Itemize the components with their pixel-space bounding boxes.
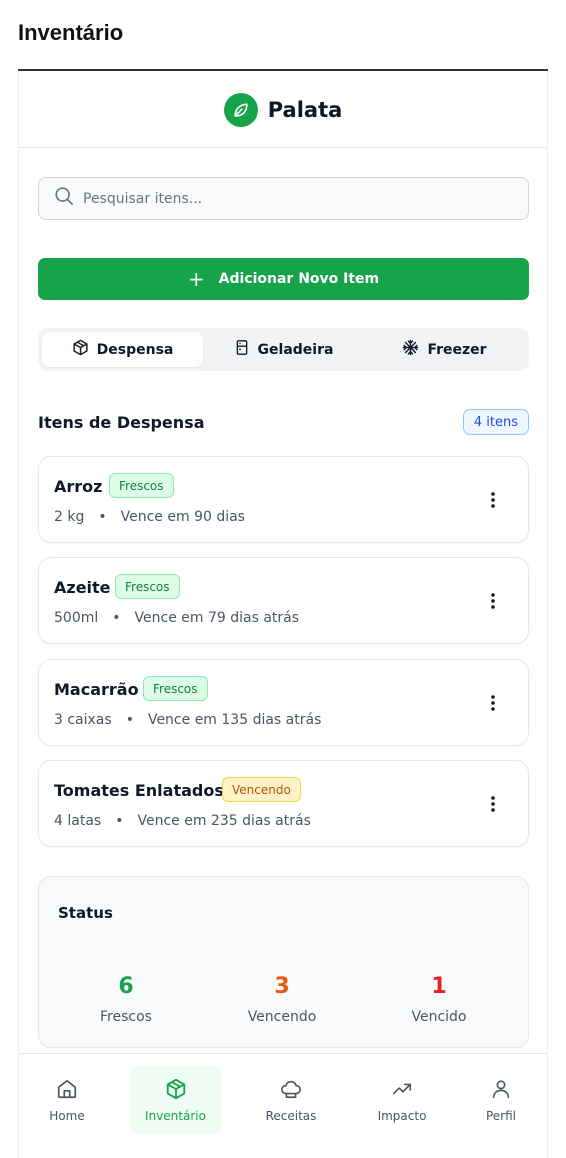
- stat-label: Frescos: [100, 1009, 152, 1025]
- tab-label: Geladeira: [257, 341, 334, 358]
- status-badge: Frescos: [143, 676, 208, 701]
- stat-expired: 1 Vencido: [369, 973, 509, 1025]
- snowflake-icon: [402, 339, 419, 360]
- item-quantity: 2 kg: [54, 509, 85, 525]
- storage-tabs: Despensa Geladeira Freezer: [38, 328, 529, 371]
- tab-geladeira[interactable]: Geladeira: [203, 332, 364, 367]
- stat-value: 6: [118, 974, 134, 999]
- more-vertical-icon[interactable]: [484, 590, 502, 612]
- status-title: Status: [58, 904, 113, 922]
- home-icon: [56, 1078, 78, 1103]
- tab-label: Despensa: [96, 341, 174, 358]
- item-card-azeite[interactable]: Azeite Frescos 500ml • Vence em 79 dias …: [38, 557, 529, 644]
- nav-label: Perfil: [485, 1108, 517, 1123]
- item-count-badge: 4 itens: [462, 409, 529, 435]
- stat-value: 1: [431, 974, 447, 999]
- item-expiry: Vence em 79 dias atrás: [134, 610, 300, 626]
- item-name: Arroz: [54, 477, 103, 496]
- meta-separator: •: [115, 813, 124, 829]
- item-meta: 500ml • Vence em 79 dias atrás: [54, 610, 299, 626]
- page-title: Inventário: [18, 20, 124, 45]
- status-badge: Frescos: [109, 473, 174, 498]
- leaf-icon: [223, 92, 258, 127]
- stat-label: Vencendo: [247, 1009, 317, 1025]
- plus-icon: +: [187, 267, 205, 291]
- item-meta: 2 kg • Vence em 90 dias: [54, 509, 245, 525]
- search-bar[interactable]: [38, 177, 529, 220]
- nav-label: Impacto: [377, 1108, 427, 1123]
- nav-label: Inventário: [145, 1108, 206, 1123]
- meta-separator: •: [112, 610, 121, 626]
- tab-despensa[interactable]: Despensa: [42, 332, 203, 367]
- stat-value: 3: [274, 974, 290, 999]
- search-input[interactable]: [83, 190, 503, 207]
- tab-label: Freezer: [427, 341, 487, 358]
- stat-fresh: 6 Frescos: [56, 973, 196, 1025]
- item-quantity: 4 latas: [54, 813, 102, 829]
- status-card: Status 6 Frescos 3 Vencendo 1 Vencido: [38, 876, 529, 1048]
- item-expiry: Vence em 235 dias atrás: [137, 813, 311, 829]
- item-name: Tomates Enlatados: [54, 781, 224, 800]
- add-item-button[interactable]: + Adicionar Novo Item: [38, 258, 529, 300]
- item-card-tomates-enlatados[interactable]: Tomates Enlatados Vencendo 4 latas • Ven…: [38, 760, 529, 847]
- nav-label: Receitas: [265, 1108, 317, 1123]
- item-name: Azeite: [54, 578, 111, 597]
- nav-perfil[interactable]: Perfil: [471, 1066, 531, 1134]
- item-expiry: Vence em 90 dias: [120, 509, 245, 525]
- item-meta: 4 latas • Vence em 235 dias atrás: [54, 813, 311, 829]
- app-name: Palata: [267, 97, 343, 122]
- meta-separator: •: [125, 712, 134, 728]
- section-title: Itens de Despensa: [38, 413, 205, 432]
- item-card-arroz[interactable]: Arroz Frescos 2 kg • Vence em 90 dias: [38, 456, 529, 543]
- meta-separator: •: [98, 509, 107, 525]
- bottom-nav: Home Inventário Receitas Impacto Perfil: [19, 1053, 547, 1158]
- item-name: Macarrão: [54, 680, 139, 699]
- status-badge: Vencendo: [222, 777, 301, 802]
- item-meta: 3 caixas • Vence em 135 dias atrás: [54, 712, 321, 728]
- item-expiry: Vence em 135 dias atrás: [147, 712, 322, 728]
- more-vertical-icon[interactable]: [484, 692, 502, 714]
- more-vertical-icon[interactable]: [484, 793, 502, 815]
- package-icon: [72, 339, 89, 360]
- item-card-macarrao[interactable]: Macarrão Frescos 3 caixas • Vence em 135…: [38, 659, 529, 746]
- add-item-label: Adicionar Novo Item: [218, 271, 380, 287]
- item-quantity: 500ml: [54, 610, 99, 626]
- status-badge: Frescos: [115, 574, 180, 599]
- fridge-icon: [234, 339, 250, 360]
- app-header: Palata: [19, 72, 547, 148]
- tab-freezer[interactable]: Freezer: [364, 332, 525, 367]
- user-icon: [490, 1078, 512, 1103]
- box-icon: [165, 1078, 187, 1103]
- chef-hat-icon: [280, 1078, 302, 1103]
- trending-up-icon: [391, 1078, 413, 1103]
- nav-home[interactable]: Home: [37, 1066, 97, 1134]
- app-frame: Palata + Adicionar Novo Item Despensa: [18, 72, 548, 1158]
- nav-receitas[interactable]: Receitas: [255, 1066, 327, 1134]
- title-divider: [18, 69, 548, 71]
- search-icon: [53, 185, 75, 212]
- more-vertical-icon[interactable]: [484, 489, 502, 511]
- item-quantity: 3 caixas: [54, 712, 112, 728]
- nav-inventario[interactable]: Inventário: [130, 1066, 221, 1134]
- stat-label: Vencido: [411, 1009, 467, 1025]
- stat-expiring: 3 Vencendo: [212, 973, 352, 1025]
- nav-impacto[interactable]: Impacto: [366, 1066, 438, 1134]
- nav-label: Home: [49, 1108, 85, 1123]
